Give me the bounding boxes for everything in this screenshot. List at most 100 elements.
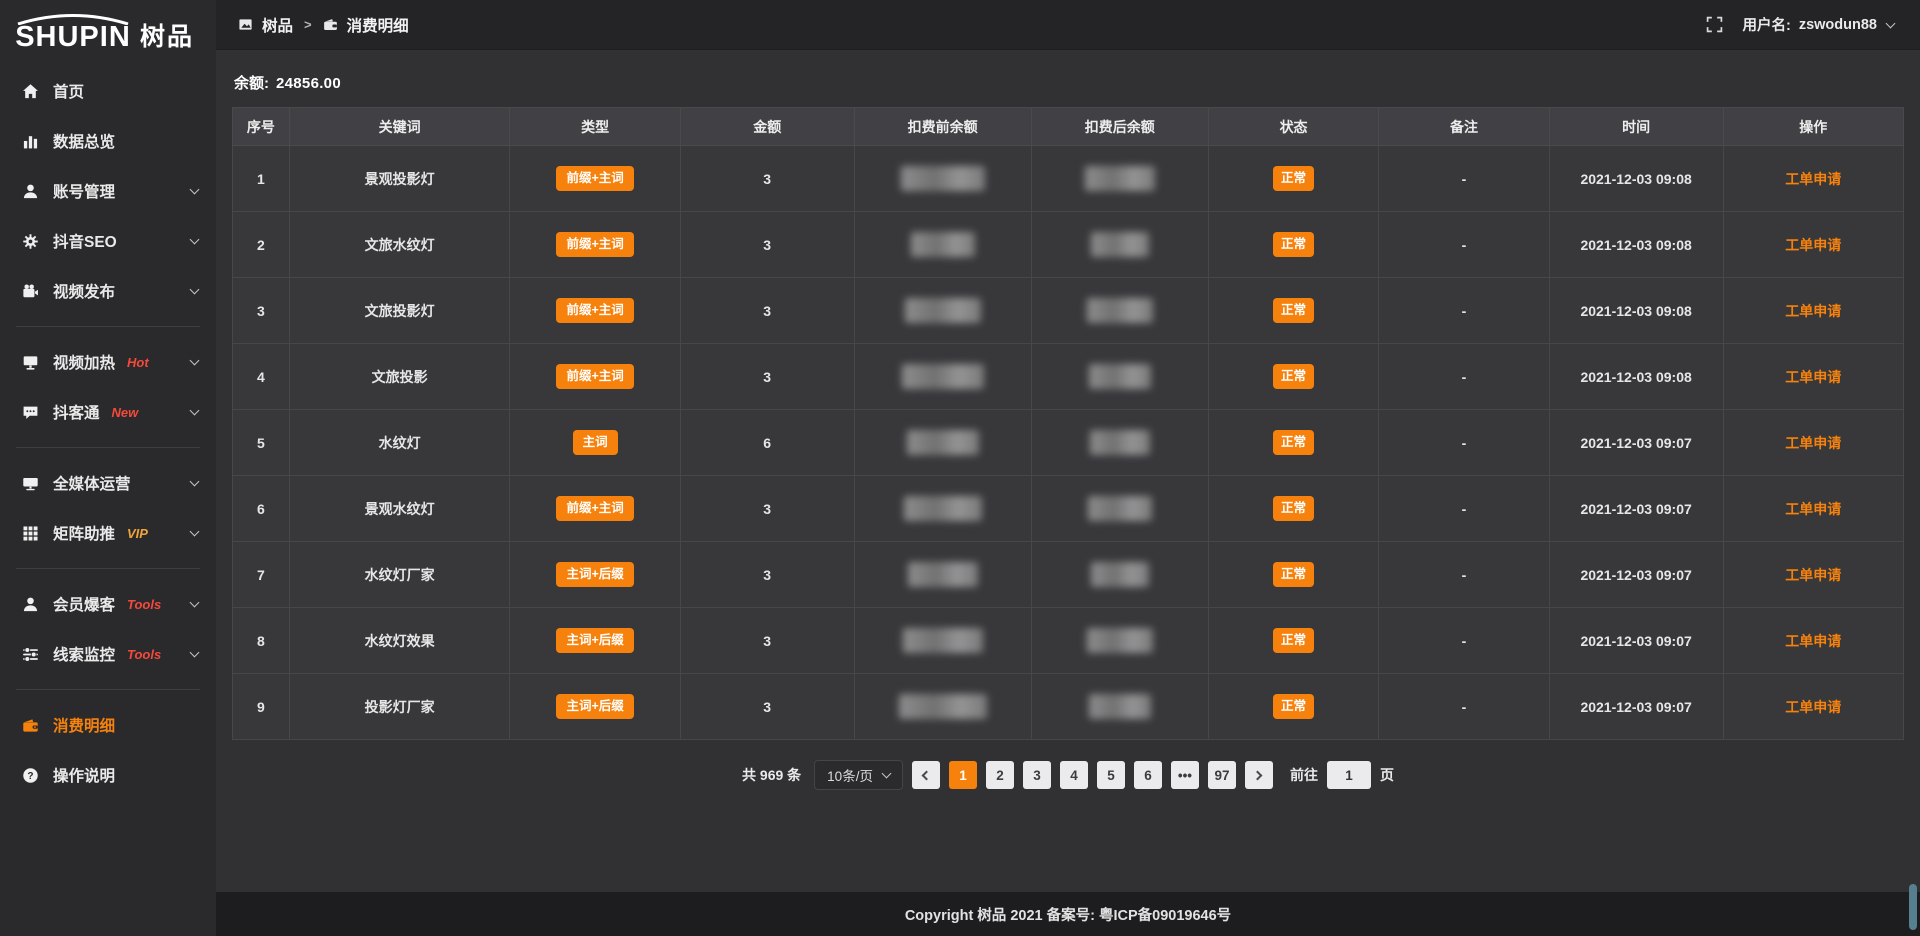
sidebar-item-data-overview[interactable]: 数据总览: [0, 116, 216, 166]
cell-time: 2021-12-03 09:07: [1549, 674, 1723, 740]
work-order-link[interactable]: 工单申请: [1785, 435, 1841, 451]
cell-type: 前缀+主词: [510, 212, 680, 278]
redacted-balance: [1090, 430, 1150, 455]
menu-divider: [16, 326, 200, 327]
cell-amount: 3: [680, 146, 854, 212]
redacted-balance: [907, 430, 979, 455]
cell-type: 主词+后缀: [510, 542, 680, 608]
cell-keyword: 景观水纹灯: [289, 476, 510, 542]
chevron-down-icon: [190, 355, 200, 365]
fullscreen-icon[interactable]: [1706, 16, 1723, 33]
sidebar-item-lead-monitor[interactable]: 线索监控 Tools: [0, 629, 216, 679]
video-camera-icon: [22, 283, 39, 300]
work-order-link[interactable]: 工单申请: [1785, 633, 1841, 649]
cell-action: 工单申请: [1723, 410, 1904, 476]
work-order-link[interactable]: 工单申请: [1785, 171, 1841, 187]
cell-remark: -: [1379, 476, 1549, 542]
col-action: 操作: [1723, 108, 1904, 146]
next-page-button[interactable]: [1245, 761, 1273, 789]
status-badge: 正常: [1273, 694, 1314, 718]
work-order-link[interactable]: 工单申请: [1785, 699, 1841, 715]
cell-status: 正常: [1208, 146, 1378, 212]
scrollbar-thumb[interactable]: [1909, 884, 1917, 930]
cell-balance-before: [854, 542, 1031, 608]
cell-remark: -: [1379, 344, 1549, 410]
goto-page: 前往 页: [1290, 761, 1394, 789]
work-order-link[interactable]: 工单申请: [1785, 369, 1841, 385]
sidebar-item-home[interactable]: 首页: [0, 66, 216, 116]
type-badge: 前缀+主词: [556, 298, 633, 322]
work-order-link[interactable]: 工单申请: [1785, 567, 1841, 583]
page-button-6[interactable]: 6: [1134, 761, 1162, 789]
cell-action: 工单申请: [1723, 674, 1904, 740]
cell-action: 工单申请: [1723, 608, 1904, 674]
page-button-3[interactable]: 3: [1023, 761, 1051, 789]
work-order-link[interactable]: 工单申请: [1785, 303, 1841, 319]
app-root: SHUPIN 树品 首页 数据总览 账号管理 抖音SEO: [0, 0, 1920, 936]
redacted-balance: [1087, 298, 1153, 323]
redacted-balance: [902, 364, 984, 389]
cell-balance-before: [854, 278, 1031, 344]
logo-text-en: SHUPIN: [15, 23, 131, 52]
chevron-down-icon: [190, 526, 200, 536]
sidebar-item-member-burst[interactable]: 会员爆客 Tools: [0, 579, 216, 629]
col-keyword: 关键词: [289, 108, 510, 146]
chevron-down-icon: [882, 769, 892, 779]
sidebar-item-doketong[interactable]: 抖客通 New: [0, 387, 216, 437]
chevron-down-icon: [190, 647, 200, 657]
sidebar-item-douyin-seo[interactable]: 抖音SEO: [0, 216, 216, 266]
page-size-select[interactable]: 10条/页: [814, 760, 903, 790]
sidebar-item-omnimedia[interactable]: 全媒体运营: [0, 458, 216, 508]
page-button-4[interactable]: 4: [1060, 761, 1088, 789]
chevron-down-icon: [190, 597, 200, 607]
sidebar-item-video-publish[interactable]: 视频发布: [0, 266, 216, 316]
page-button-1[interactable]: 1: [949, 761, 977, 789]
page-ellipsis-button[interactable]: •••: [1171, 761, 1199, 789]
status-badge: 正常: [1273, 166, 1314, 190]
topbar: 树品 > 消费明细 用户名: zswodun88: [216, 0, 1920, 50]
table-row: 6 景观水纹灯 前缀+主词 3 正常 - 2021-12-03 09:07 工单…: [233, 476, 1904, 542]
grid-icon: [22, 525, 39, 542]
chevron-down-icon: [190, 476, 200, 486]
content: 余额:24856.00 序号 关键词 类型 金额 扣费前余额 扣费后余额 状态: [216, 50, 1920, 892]
cell-time: 2021-12-03 09:08: [1549, 212, 1723, 278]
cell-amount: 3: [680, 476, 854, 542]
page-button-97[interactable]: 97: [1208, 761, 1236, 789]
sidebar-item-label: 抖音SEO: [53, 230, 117, 252]
redacted-balance: [1089, 364, 1151, 389]
cell-time: 2021-12-03 09:07: [1549, 410, 1723, 476]
user-menu[interactable]: 用户名: zswodun88: [1743, 14, 1895, 35]
cell-balance-before: [854, 608, 1031, 674]
cell-action: 工单申请: [1723, 476, 1904, 542]
sidebar-item-label: 全媒体运营: [53, 472, 131, 494]
cell-action: 工单申请: [1723, 146, 1904, 212]
new-tag: New: [112, 405, 139, 420]
status-badge: 正常: [1273, 364, 1314, 388]
sidebar-item-instructions[interactable]: ? 操作说明: [0, 750, 216, 800]
sidebar-item-consumption-details[interactable]: 消费明细: [0, 700, 216, 750]
site-icon: [238, 17, 253, 32]
goto-page-input[interactable]: [1327, 761, 1371, 789]
bar-chart-icon: [22, 133, 39, 150]
page-button-5[interactable]: 5: [1097, 761, 1125, 789]
breadcrumb-site[interactable]: 树品: [262, 14, 293, 36]
cell-amount: 3: [680, 278, 854, 344]
logo[interactable]: SHUPIN 树品: [0, 0, 216, 58]
work-order-link[interactable]: 工单申请: [1785, 237, 1841, 253]
breadcrumb-page[interactable]: 消费明细: [347, 14, 409, 36]
cell-remark: -: [1379, 410, 1549, 476]
sidebar-item-video-heat[interactable]: 视频加热 Hot: [0, 337, 216, 387]
chevron-down-icon: [190, 184, 200, 194]
sidebar-item-account-management[interactable]: 账号管理: [0, 166, 216, 216]
page-button-2[interactable]: 2: [986, 761, 1014, 789]
cell-amount: 3: [680, 674, 854, 740]
prev-page-button[interactable]: [912, 761, 940, 789]
redacted-balance: [899, 694, 987, 719]
work-order-link[interactable]: 工单申请: [1785, 501, 1841, 517]
balance-value: 24856.00: [276, 75, 341, 92]
sliders-icon: [22, 646, 39, 663]
cell-action: 工单申请: [1723, 212, 1904, 278]
type-badge: 前缀+主词: [556, 232, 633, 256]
type-badge: 前缀+主词: [556, 496, 633, 520]
sidebar-item-matrix-boost[interactable]: 矩阵助推 VIP: [0, 508, 216, 558]
